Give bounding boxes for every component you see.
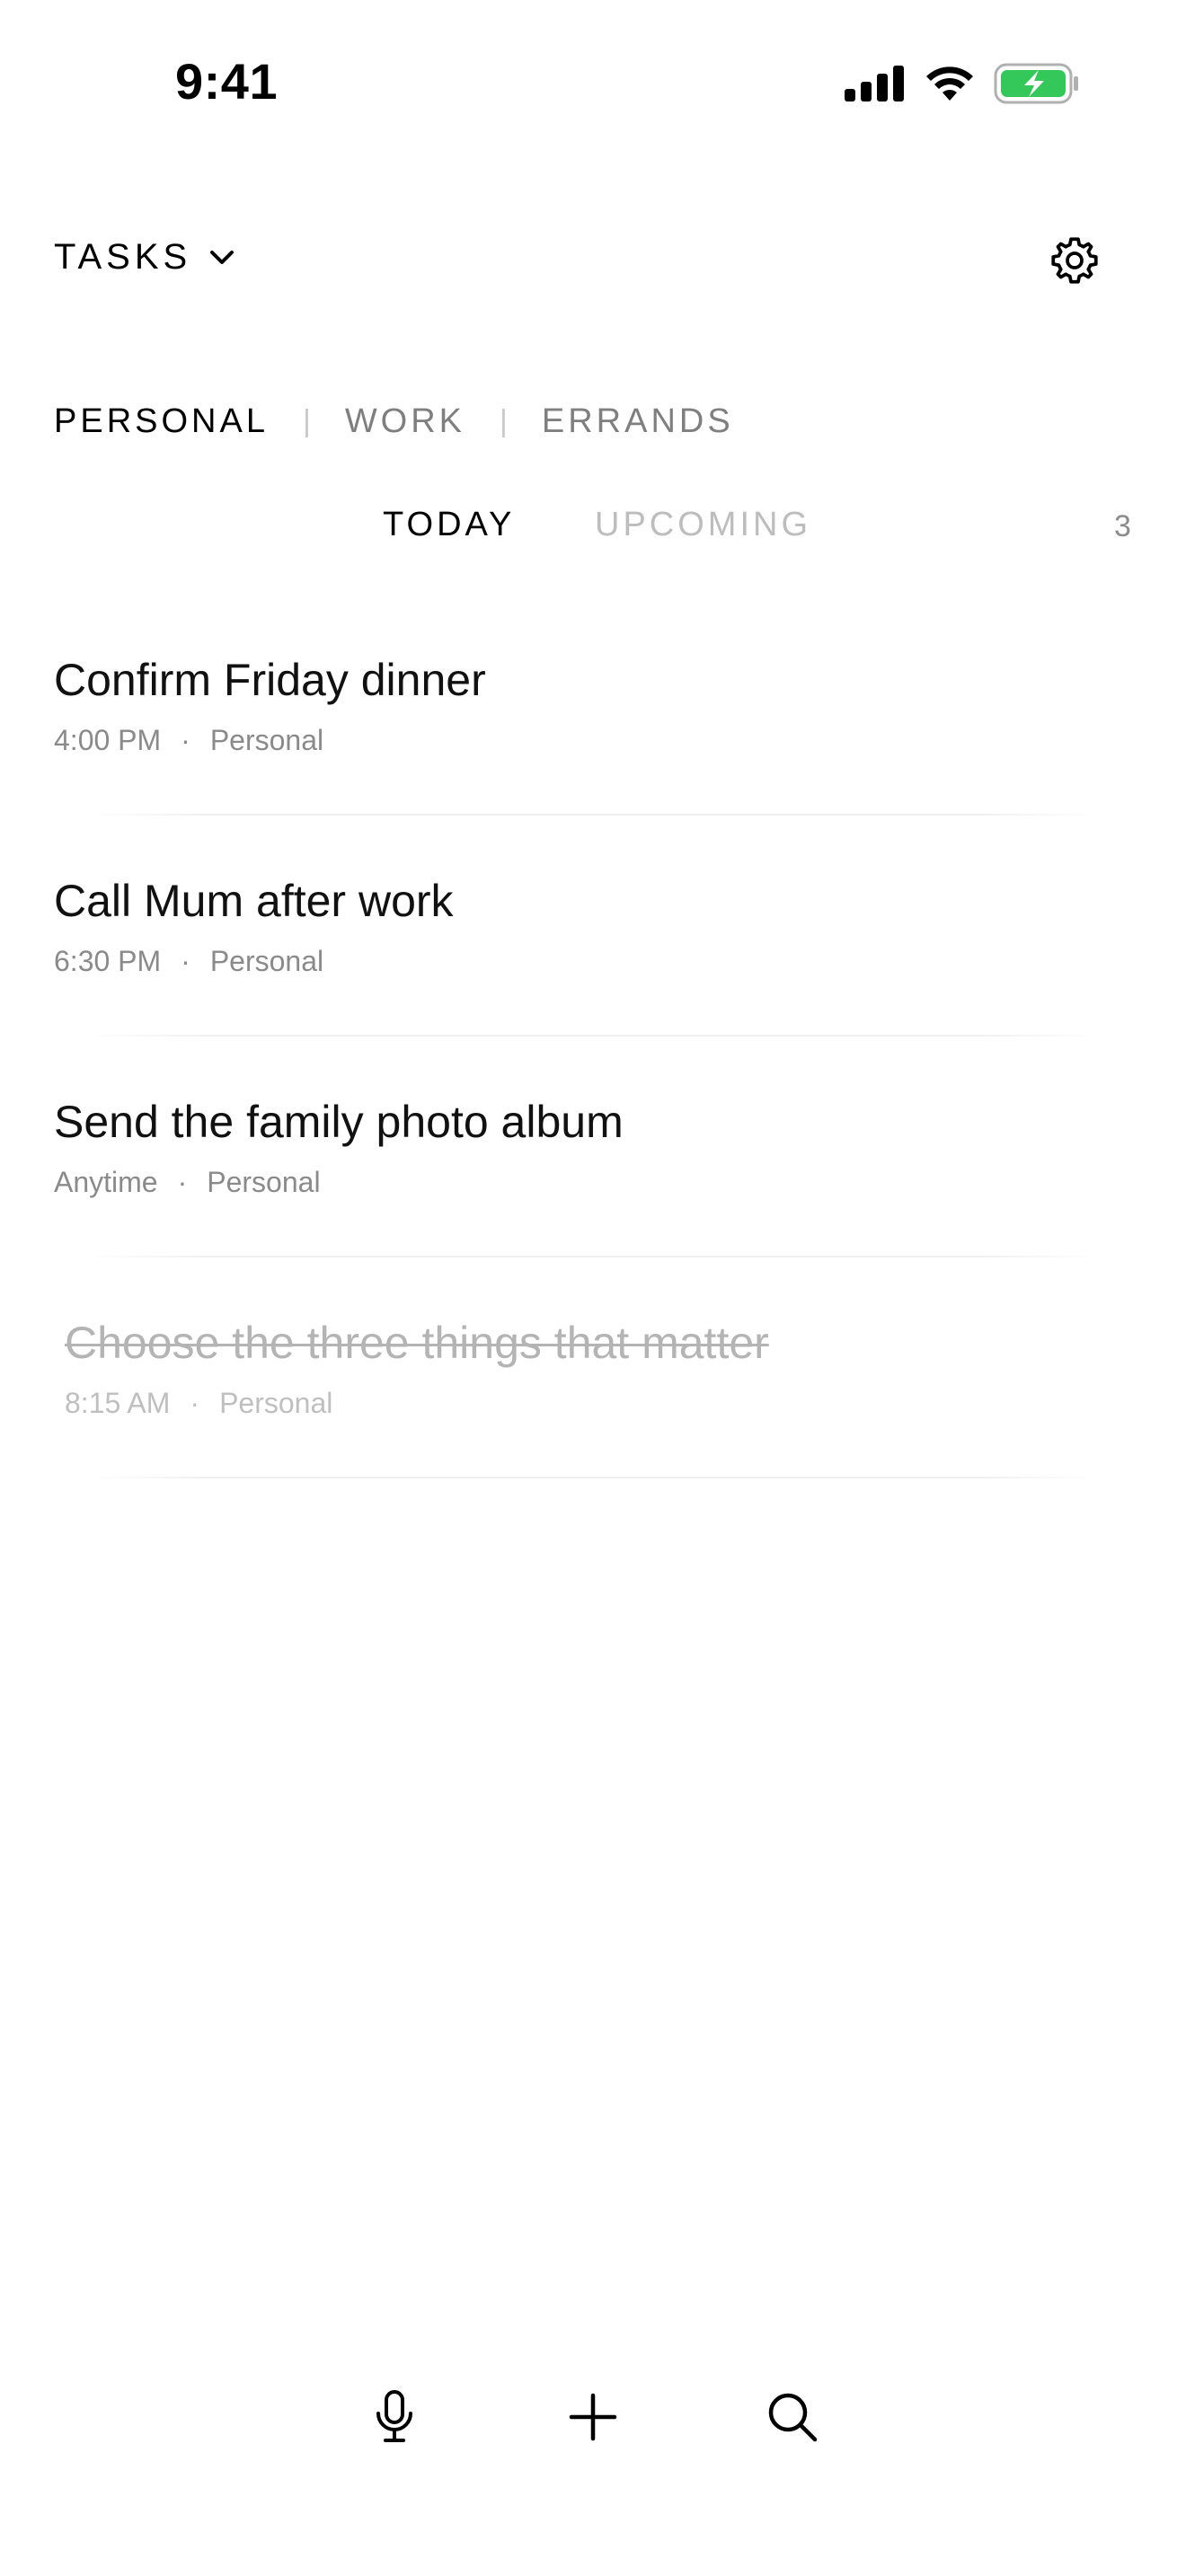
tab-personal[interactable]: PERSONAL — [54, 402, 269, 441]
task-meta: 4:00 PM · Personal — [54, 724, 323, 757]
task-list: Personal — [207, 1166, 321, 1198]
task-title: Send the family photo album — [54, 1097, 624, 1147]
add-task-button[interactable] — [561, 2385, 625, 2449]
meta-separator: · — [190, 1387, 200, 1419]
meta-separator: · — [181, 945, 190, 977]
search-icon — [768, 2393, 818, 2442]
task-count: 3 — [1114, 509, 1131, 543]
task-item[interactable]: Confirm Friday dinner 4:00 PM · Personal — [0, 654, 1186, 875]
plus-icon — [569, 2393, 617, 2441]
divider — [90, 1256, 1096, 1257]
cellular-signal-icon — [845, 66, 904, 101]
tab-errands[interactable]: ERRANDS — [542, 402, 734, 441]
divider — [90, 1035, 1096, 1037]
task-meta: 8:15 AM · Personal — [65, 1387, 332, 1420]
task-item-completed[interactable]: Choose the three things that matter 8:15… — [0, 1317, 1186, 1538]
settings-button[interactable] — [1048, 234, 1102, 287]
battery-charging-icon — [994, 63, 1078, 104]
meta-separator: · — [181, 724, 190, 756]
gear-icon — [1051, 237, 1098, 284]
tab-separator: | — [302, 404, 311, 438]
task-list: Personal — [209, 724, 324, 756]
task-item[interactable]: Send the family photo album Anytime · Pers… — [0, 1096, 1186, 1317]
category-tabs: PERSONAL | WORK | ERRANDS — [54, 402, 734, 441]
wifi-icon — [926, 66, 973, 101]
status-icons — [845, 63, 1080, 104]
status-time: 9:41 — [175, 53, 279, 110]
task-meta: 6:30 PM · Personal — [54, 945, 323, 978]
meta-separator: · — [177, 1166, 188, 1198]
tab-separator: | — [500, 404, 508, 438]
task-item[interactable]: Call Mum after work 6:30 PM · Personal — [0, 875, 1186, 1096]
task-list: Personal — [219, 1387, 333, 1419]
task-title: Call Mum after work — [54, 876, 454, 926]
chevron-down-icon — [210, 250, 235, 264]
list-switcher[interactable]: TASKS — [54, 237, 235, 278]
task-list: Personal — [209, 945, 324, 977]
task-time: Anytime — [54, 1166, 158, 1198]
page-title: TASKS — [54, 237, 192, 277]
task-title: Choose the three things that matter — [65, 1318, 769, 1368]
task-time: 8:15 AM — [65, 1387, 171, 1419]
task-meta: Anytime · Personal — [54, 1166, 321, 1199]
tab-upcoming[interactable]: UPCOMING — [595, 506, 811, 544]
tab-work[interactable]: WORK — [345, 402, 465, 441]
task-time: 4:00 PM — [54, 724, 162, 756]
divider — [90, 1477, 1096, 1478]
tab-today[interactable]: TODAY — [383, 506, 515, 544]
divider — [90, 814, 1096, 816]
task-title: Confirm Friday dinner — [54, 655, 486, 705]
voice-input-button[interactable] — [362, 2385, 427, 2449]
microphone-icon — [376, 2390, 412, 2442]
search-button[interactable] — [760, 2385, 825, 2449]
task-time: 6:30 PM — [54, 945, 162, 977]
